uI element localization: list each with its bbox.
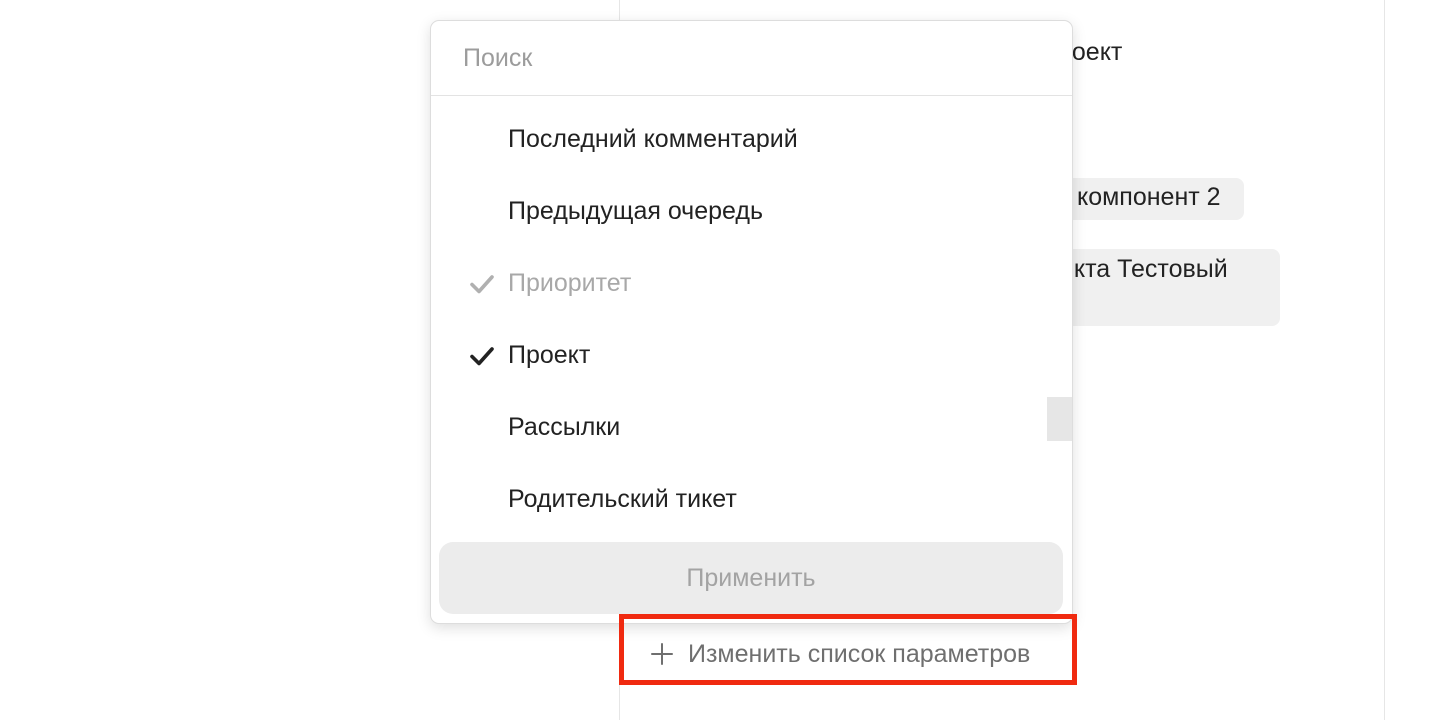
list-item-parent-ticket[interactable]: Родительский тикет <box>431 465 1072 537</box>
list-scrollbar[interactable] <box>1047 397 1072 441</box>
parameters-dropdown: Последний комментарий Предыдущая очередь… <box>430 20 1073 624</box>
list-item-label: Предыдущая очередь <box>508 197 763 225</box>
change-parameters-label: Изменить список параметров <box>688 639 1031 668</box>
list-item-project[interactable]: Проект <box>431 321 1072 393</box>
list-item-previous-queue[interactable]: Предыдущая очередь <box>431 177 1072 249</box>
list-item-label: Последний комментарий <box>508 125 798 153</box>
list-item-label: Проект <box>508 341 591 369</box>
bg-project-block-label: екта Тестовый <box>1060 255 1228 283</box>
apply-button[interactable]: Применить <box>439 542 1063 614</box>
content-divider-right <box>1384 0 1385 720</box>
checkmark-icon <box>470 275 494 294</box>
list-item-priority[interactable]: Приоритет <box>431 249 1072 321</box>
search-box <box>431 21 1072 96</box>
list-item-last-comment[interactable]: Последний комментарий <box>431 105 1072 177</box>
list-item-label: Приоритет <box>508 269 632 297</box>
change-parameters-link[interactable]: Изменить список параметров <box>650 634 1030 674</box>
parameters-list: Последний комментарий Предыдущая очередь… <box>431 105 1072 537</box>
list-item-label: Родительский тикет <box>508 485 737 513</box>
list-item-mailings[interactable]: Рассылки <box>431 393 1072 465</box>
bg-component-chip-label: компонент 2 <box>1077 183 1221 211</box>
search-input[interactable] <box>463 39 1023 77</box>
list-item-label: Рассылки <box>508 413 621 441</box>
checkmark-icon <box>470 347 494 366</box>
plus-icon <box>651 643 673 665</box>
